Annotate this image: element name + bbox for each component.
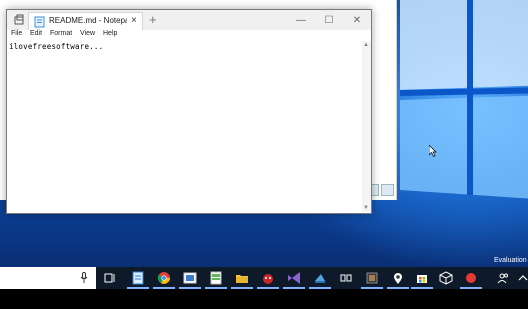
minimize-button[interactable]: —	[287, 10, 315, 30]
mouse-cursor-icon	[429, 145, 437, 157]
notepad-window: README.md - Notepad × + — ☐ ✕ File Edit …	[6, 9, 372, 214]
editor-content: ilovefreesoftware...	[9, 42, 104, 51]
scroll-up-icon[interactable]: ▲	[363, 42, 369, 48]
cloud-tool-icon[interactable]	[309, 270, 331, 289]
title-bar[interactable]: README.md - Notepad × + — ☐ ✕	[7, 10, 371, 30]
notepad-file-icon	[34, 16, 45, 28]
people-icon[interactable]	[495, 270, 511, 286]
menu-format[interactable]: Format	[50, 30, 72, 37]
evaluation-watermark: Evaluation	[494, 257, 527, 264]
close-tab-button[interactable]: ×	[131, 15, 137, 27]
tab-readme[interactable]: README.md - Notepad ×	[28, 12, 143, 30]
new-tab-button[interactable]: +	[149, 12, 157, 28]
photos-icon[interactable]	[179, 270, 201, 289]
map-pin-icon[interactable]	[387, 270, 409, 289]
task-view-icon[interactable]	[102, 270, 118, 286]
chevron-up-icon[interactable]	[515, 270, 528, 286]
microphone-icon[interactable]	[80, 272, 88, 284]
minimize-icon: —	[296, 14, 306, 26]
maximize-button[interactable]: ☐	[315, 10, 343, 30]
app-dark-icon[interactable]	[361, 270, 383, 289]
menu-view[interactable]: View	[80, 30, 95, 37]
vertical-scrollbar[interactable]: ▲ ▼	[362, 41, 371, 212]
taskbar	[0, 267, 528, 289]
taskbar-search-box[interactable]	[0, 267, 96, 289]
maximize-icon: ☐	[324, 14, 334, 26]
store-icon[interactable]	[411, 270, 433, 289]
3d-box-icon[interactable]	[438, 270, 454, 286]
thumbnail-view-icon[interactable]	[381, 184, 394, 196]
tab-overview-icon[interactable]	[10, 12, 28, 28]
game-icon[interactable]	[257, 270, 279, 289]
visual-studio-icon[interactable]	[283, 270, 305, 289]
spreadsheet-icon[interactable]	[205, 270, 227, 289]
file-explorer-icon[interactable]	[231, 270, 253, 289]
scroll-down-icon[interactable]: ▼	[363, 205, 369, 211]
menu-edit[interactable]: Edit	[30, 30, 42, 37]
menu-help[interactable]: Help	[103, 30, 117, 37]
notepad-taskbar-icon[interactable]	[127, 270, 149, 289]
close-icon: ✕	[352, 14, 362, 26]
close-button[interactable]: ✕	[343, 10, 371, 30]
text-editor[interactable]: ilovefreesoftware...	[7, 41, 362, 212]
windows-logo-wallpaper	[399, 0, 528, 199]
window-manager-icon[interactable]	[338, 270, 354, 286]
chrome-icon[interactable]	[153, 270, 175, 289]
menu-file[interactable]: File	[11, 30, 22, 37]
screen-bottom-border	[0, 289, 528, 309]
tab-title: README.md - Notepad	[49, 16, 127, 25]
menu-bar: File Edit Format View Help	[7, 30, 371, 41]
record-icon[interactable]	[460, 270, 482, 289]
